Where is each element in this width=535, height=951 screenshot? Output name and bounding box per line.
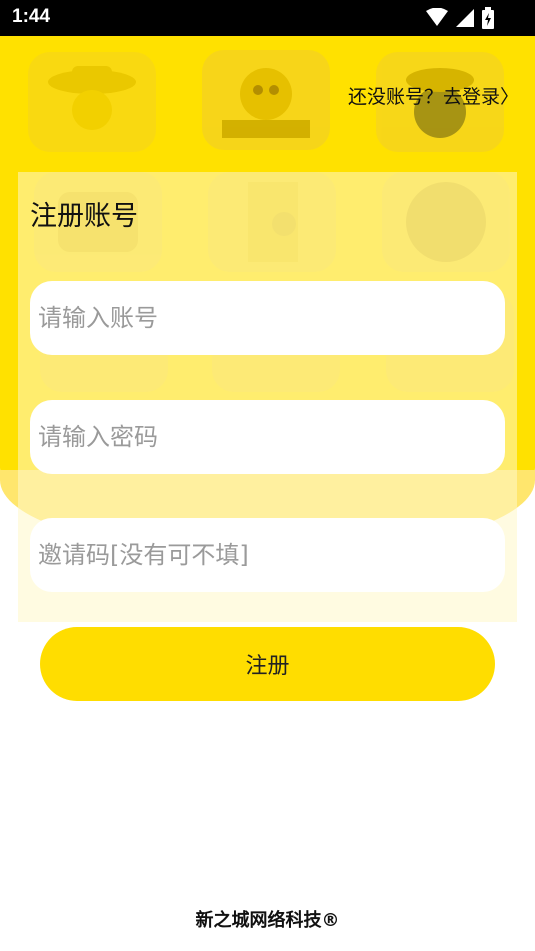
register-button[interactable]: 注册	[40, 627, 495, 701]
signal-icon	[455, 8, 475, 32]
company-footer: 新之城网络科技®	[195, 910, 340, 931]
invite-code-input[interactable]	[30, 518, 505, 592]
go-login-link[interactable]: 还没账号？去登录〉	[348, 82, 519, 109]
status-time: 1:44	[12, 6, 51, 27]
password-input[interactable]	[30, 400, 505, 474]
game-thumbnail	[28, 52, 156, 152]
battery-icon	[481, 7, 495, 33]
status-bar: 1:44	[0, 0, 535, 36]
account-input[interactable]	[30, 281, 505, 355]
page-title: 注册账号	[30, 201, 138, 232]
wifi-icon	[425, 7, 449, 32]
status-icons	[425, 7, 495, 33]
game-thumbnail	[202, 50, 330, 150]
